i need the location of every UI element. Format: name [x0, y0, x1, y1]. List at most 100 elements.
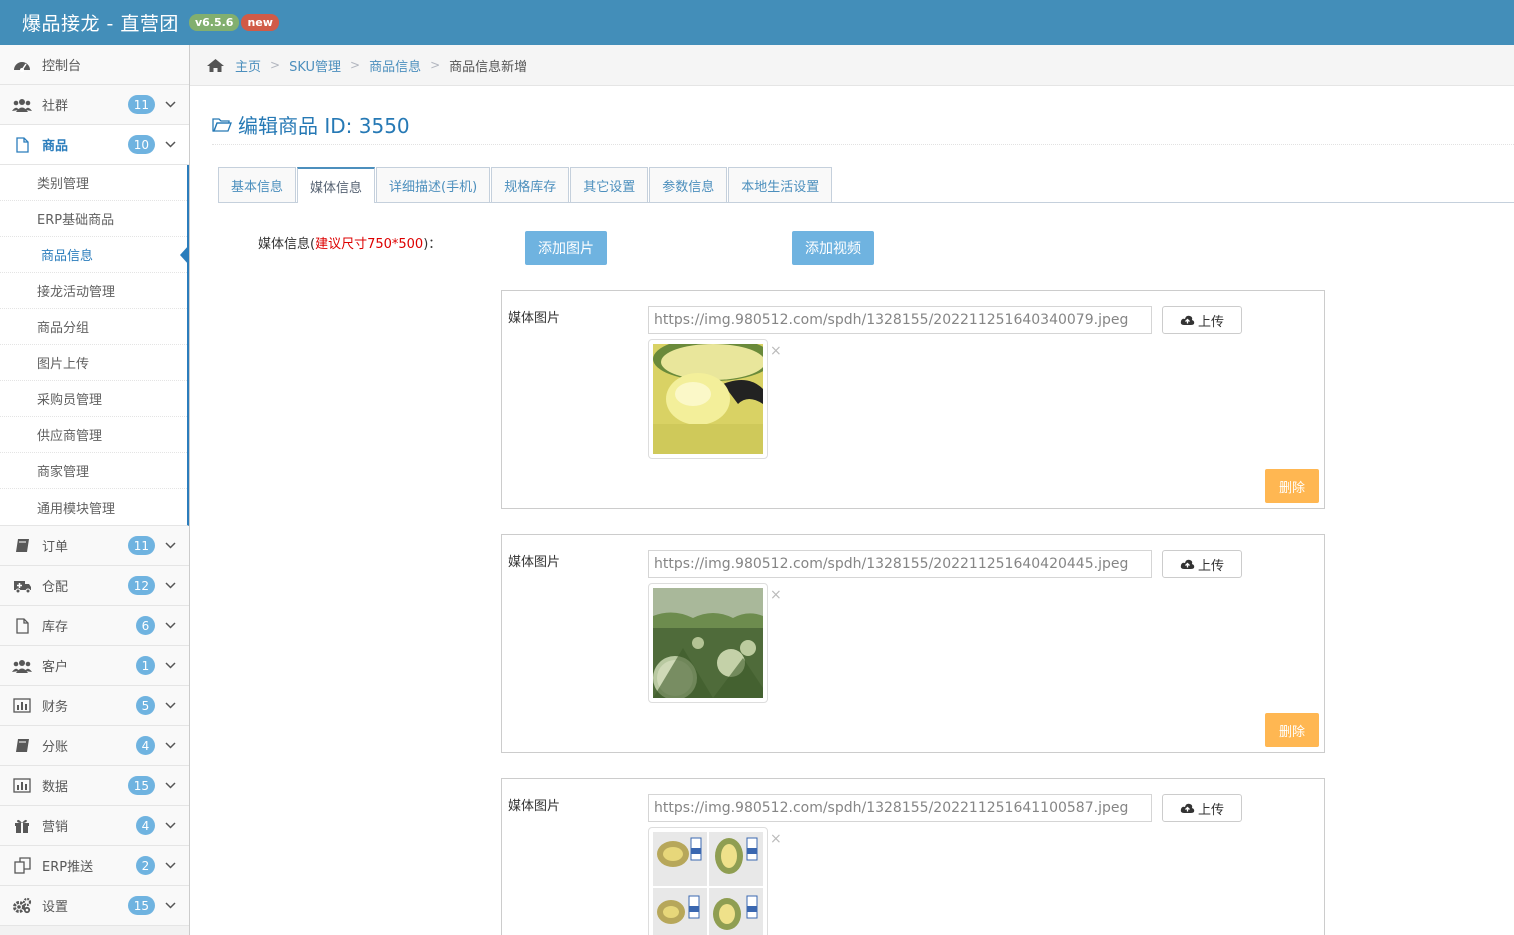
count-badge: 11	[127, 536, 155, 555]
cloud-upload-icon	[1180, 803, 1195, 814]
upload-label: 上传	[1197, 802, 1224, 818]
sidebar-item-orders[interactable]: 订单 11	[0, 526, 189, 566]
remove-image-icon[interactable]: ×	[770, 831, 782, 847]
chevron-down-icon[interactable]	[159, 816, 181, 836]
image-url-input[interactable]: https://img.980512.com/spdh/1328155/2022…	[648, 550, 1152, 578]
sidebar-item-label: 设置	[42, 900, 69, 915]
file-icon	[12, 616, 32, 636]
chevron-down-icon[interactable]	[159, 856, 181, 876]
chevron-down-icon[interactable]	[159, 736, 181, 756]
media-image-label: 媒体图片	[508, 555, 561, 570]
chevron-down-icon[interactable]	[159, 656, 181, 676]
count-badge: 15	[127, 776, 155, 795]
tab-detail-mobile[interactable]: 详细描述(手机)	[376, 167, 491, 202]
upload-label: 上传	[1197, 314, 1224, 330]
image-thumbnail[interactable]	[648, 827, 768, 935]
sidebar-item-inventory[interactable]: 库存 6	[0, 606, 189, 646]
chevron-down-icon[interactable]	[159, 896, 181, 916]
chevron-down-icon[interactable]	[159, 135, 181, 155]
navbar: 爆品接龙 - 直营团 v6.5.6 new	[0, 0, 1514, 45]
ambulance-icon	[12, 576, 32, 596]
sidebar-item-warehouse[interactable]: 仓配 12	[0, 566, 189, 606]
upload-button[interactable]: 上传	[1162, 306, 1242, 334]
submenu-item[interactable]: 通用模块管理	[0, 489, 187, 525]
media-card: 媒体图片 https://img.980512.com/spdh/1328155…	[501, 290, 1325, 509]
sidebar-item-label: 库存	[42, 620, 69, 635]
count-badge: 15	[127, 896, 155, 915]
sidebar-item-data[interactable]: 数据 15	[0, 766, 189, 806]
sidebar-item-erp-push[interactable]: ERP推送 2	[0, 846, 189, 886]
sidebar-item-settings[interactable]: 设置 15	[0, 886, 189, 926]
submenu-item[interactable]: 图片上传	[0, 345, 187, 381]
image-thumbnail[interactable]	[648, 583, 768, 703]
tab-spec-stock[interactable]: 规格库存	[491, 167, 570, 202]
users-icon	[12, 95, 32, 115]
sidebar-item-goods[interactable]: 商品 10	[0, 125, 189, 165]
book-icon	[12, 736, 32, 756]
add-image-button[interactable]: 添加图片	[525, 231, 607, 265]
remove-image-icon[interactable]: ×	[770, 587, 782, 603]
sidebar-item-customers[interactable]: 客户 1	[0, 646, 189, 686]
tab-params[interactable]: 参数信息	[649, 167, 728, 202]
count-badge: 12	[127, 576, 155, 595]
delete-button[interactable]: 删除	[1265, 713, 1319, 747]
image-thumbnail[interactable]	[648, 339, 768, 459]
upload-button[interactable]: 上传	[1162, 794, 1242, 822]
submenu-item[interactable]: 商品分组	[0, 309, 187, 345]
chevron-down-icon[interactable]	[159, 536, 181, 556]
upload-button[interactable]: 上传	[1162, 550, 1242, 578]
submenu-item[interactable]: 商家管理	[0, 453, 187, 489]
melon-flesh-image	[653, 344, 763, 454]
breadcrumb-separator-icon: >	[270, 58, 281, 72]
sidebar: 控制台 社群 11 商品 10 类别管理 ERP基础商品 商品信息 接龙活动管理…	[0, 45, 190, 935]
sidebar-item-marketing[interactable]: 营销 4	[0, 806, 189, 846]
breadcrumb-home[interactable]: 主页	[235, 56, 261, 75]
sidebar-item-label: 分账	[42, 740, 69, 755]
chevron-down-icon[interactable]	[159, 95, 181, 115]
submenu-item-active[interactable]: 商品信息	[0, 237, 189, 273]
home-icon[interactable]	[206, 58, 225, 73]
goods-submenu: 类别管理 ERP基础商品 商品信息 接龙活动管理 商品分组 图片上传 采购员管理…	[0, 165, 189, 526]
tab-local-life[interactable]: 本地生活设置	[728, 167, 833, 202]
add-video-button[interactable]: 添加视频	[792, 231, 874, 265]
users-icon	[12, 656, 32, 676]
book-icon	[12, 536, 32, 556]
submenu-item[interactable]: 接龙活动管理	[0, 273, 187, 309]
count-badge: 4	[136, 816, 155, 835]
remove-image-icon[interactable]: ×	[770, 343, 782, 359]
breadcrumb-sku[interactable]: SKU管理	[289, 56, 341, 75]
media-image-label: 媒体图片	[508, 311, 561, 326]
new-badge: new	[241, 14, 279, 31]
tab-basic-info[interactable]: 基本信息	[218, 167, 297, 202]
dashboard-icon	[12, 55, 32, 75]
sidebar-item-community[interactable]: 社群 11	[0, 85, 189, 125]
count-badge: 10	[127, 135, 155, 154]
tab-other-settings[interactable]: 其它设置	[570, 167, 649, 202]
breadcrumb-current: 商品信息新增	[449, 59, 528, 75]
sidebar-item-split[interactable]: 分账 4	[0, 726, 189, 766]
breadcrumb-separator-icon: >	[430, 58, 441, 72]
breadcrumb-separator-icon: >	[350, 58, 361, 72]
count-badge: 1	[136, 656, 155, 675]
sidebar-item-dashboard[interactable]: 控制台	[0, 45, 189, 85]
sidebar-item-label: 订单	[42, 540, 69, 555]
chevron-down-icon[interactable]	[159, 696, 181, 716]
tab-media-info[interactable]: 媒体信息	[297, 167, 376, 203]
app-title[interactable]: 爆品接龙 - 直营团	[22, 9, 179, 36]
delete-button[interactable]: 删除	[1265, 469, 1319, 503]
chevron-down-icon[interactable]	[159, 616, 181, 636]
submenu-item[interactable]: 采购员管理	[0, 381, 187, 417]
chevron-down-icon[interactable]	[159, 576, 181, 596]
cogs-icon	[12, 896, 32, 916]
chevron-down-icon[interactable]	[159, 776, 181, 796]
sidebar-item-label: 客户	[42, 660, 69, 675]
submenu-item[interactable]: 类别管理	[0, 165, 187, 201]
media-card: 媒体图片 https://img.980512.com/spdh/1328155…	[501, 778, 1325, 935]
submenu-item[interactable]: 供应商管理	[0, 417, 187, 453]
breadcrumb-goods-info[interactable]: 商品信息	[369, 56, 421, 75]
sidebar-item-finance[interactable]: 财务 5	[0, 686, 189, 726]
melon-greenhouse-image	[653, 588, 763, 698]
submenu-item[interactable]: ERP基础商品	[0, 201, 187, 237]
image-url-input[interactable]: https://img.980512.com/spdh/1328155/2022…	[648, 306, 1152, 334]
image-url-input[interactable]: https://img.980512.com/spdh/1328155/2022…	[648, 794, 1152, 822]
